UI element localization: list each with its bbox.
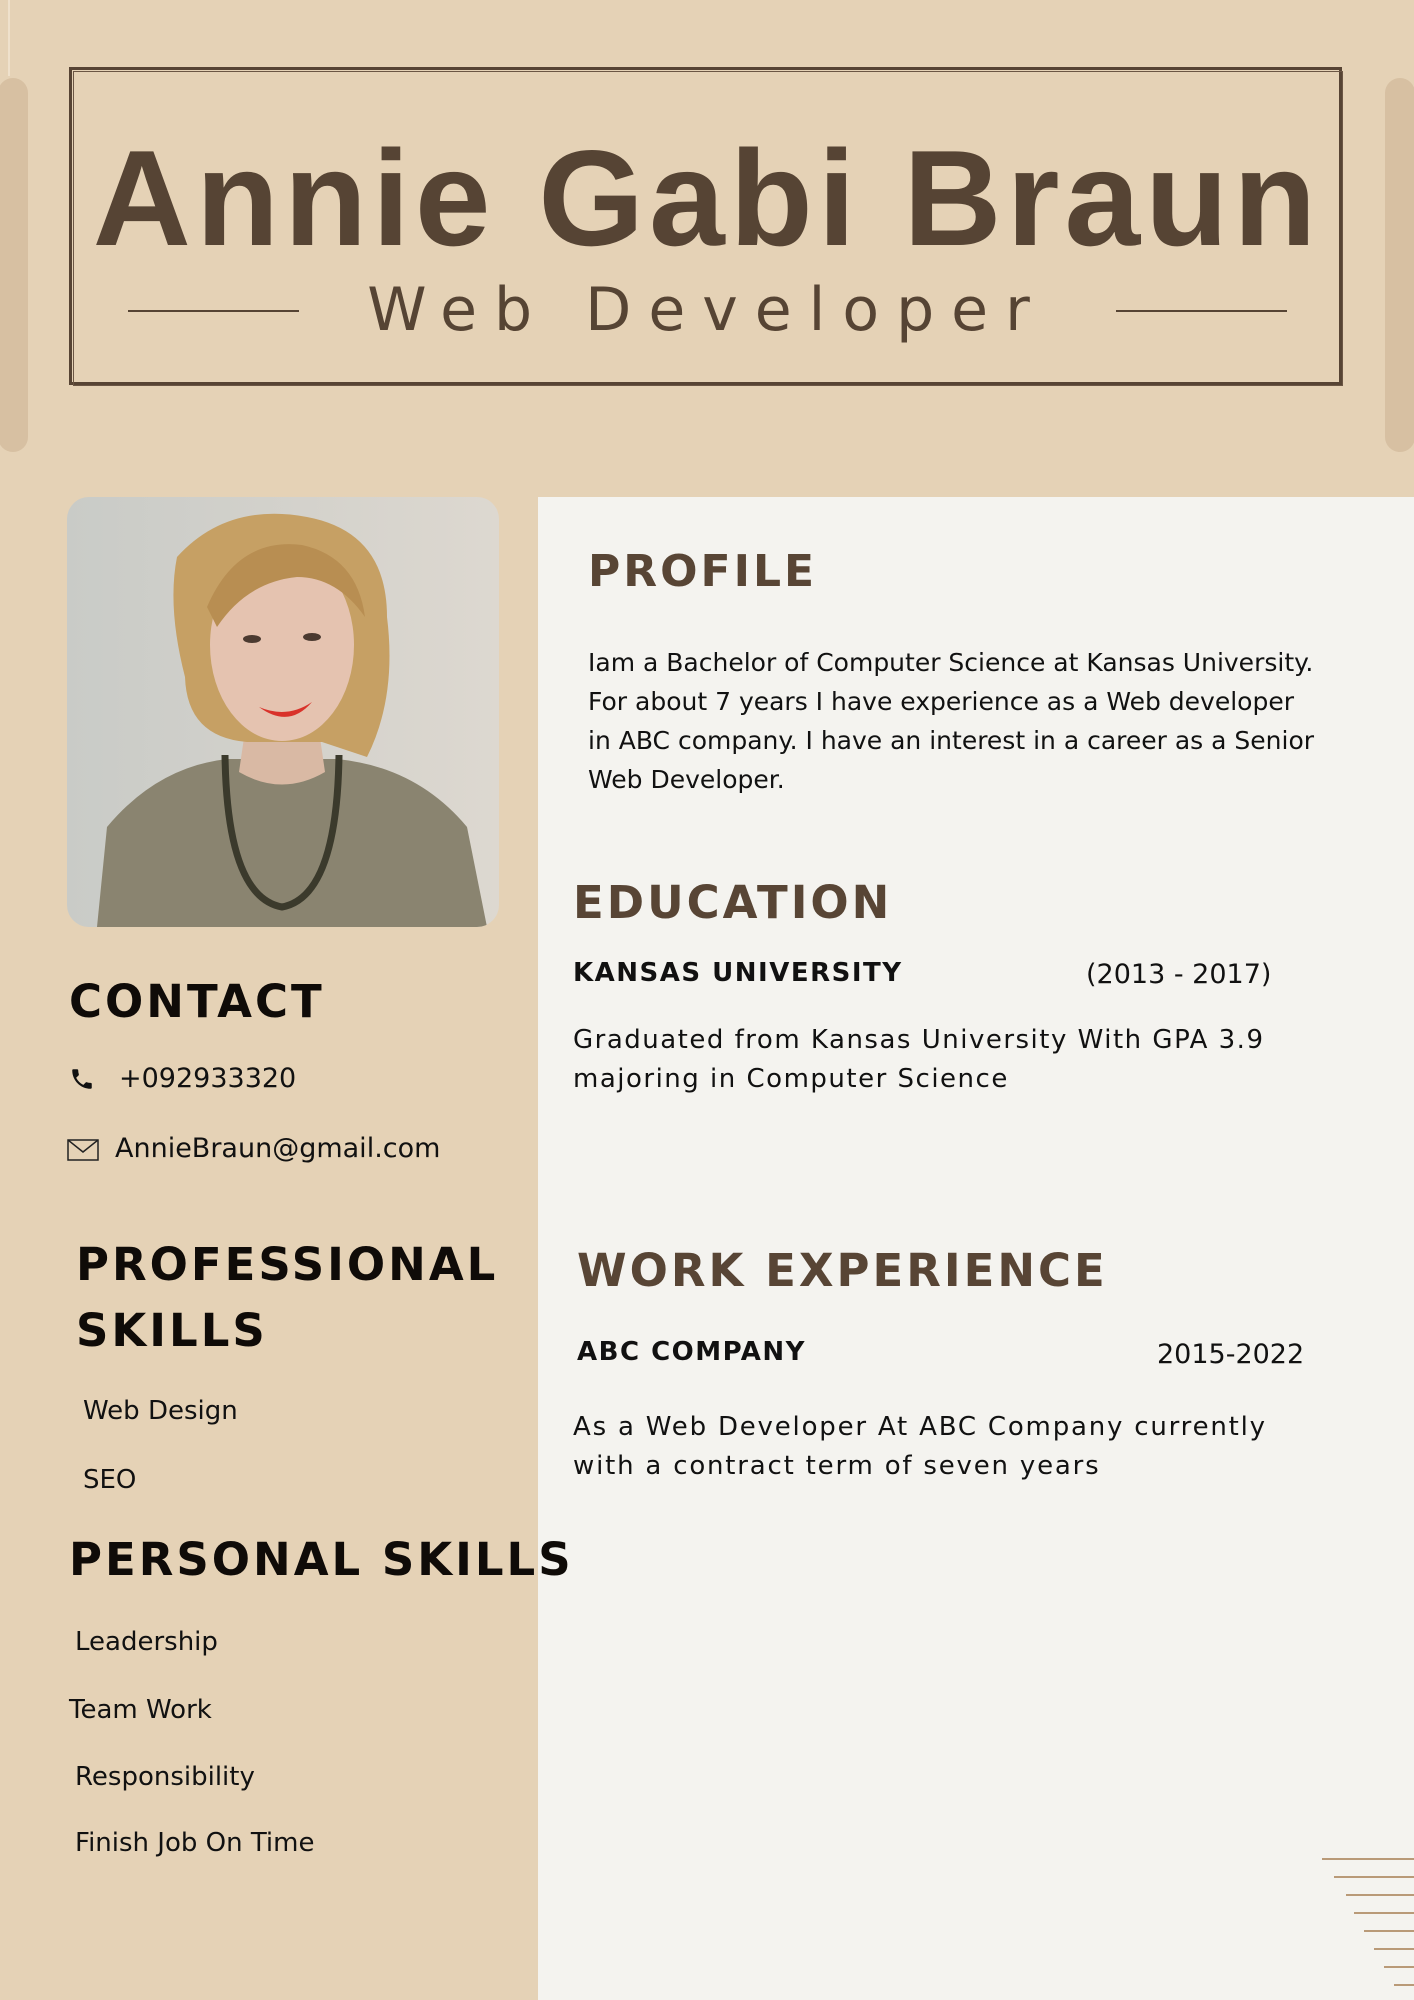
decor-line	[1322, 1858, 1414, 1860]
profile-line: For about 7 years I have experience as a…	[588, 687, 1295, 716]
school-name: KANSAS UNIVERSITY	[573, 958, 903, 988]
work-experience-heading: WORK EXPERIENCE	[577, 1244, 1108, 1297]
decor-line	[1394, 1984, 1414, 1986]
profile-photo	[67, 497, 499, 927]
skill-item: Responsibility	[75, 1762, 255, 1792]
professional-skills-heading-line2: SKILLS	[76, 1304, 268, 1357]
decor-line	[1334, 1876, 1414, 1878]
education-line: Graduated from Kansas University With GP…	[573, 1025, 1265, 1055]
email-address[interactable]: AnnieBraun@gmail.com	[115, 1131, 440, 1167]
skill-item: Team Work	[69, 1695, 212, 1725]
education-heading: EDUCATION	[573, 876, 893, 929]
skill-item: Web Design	[83, 1396, 238, 1426]
phone-number[interactable]: +092933320	[119, 1061, 296, 1097]
professional-skills-heading-line1: PROFESSIONAL	[76, 1238, 499, 1291]
mail-icon	[67, 1138, 99, 1162]
decor-line	[1374, 1948, 1414, 1950]
phone-icon	[69, 1066, 95, 1092]
education-line: majoring in Computer Science	[573, 1064, 1009, 1094]
divider-right	[1116, 310, 1287, 312]
skill-item: Finish Job On Time	[75, 1828, 315, 1858]
personal-skills-heading: PERSONAL SKILLS	[69, 1533, 574, 1586]
work-line: As a Web Developer At ABC Company curren…	[573, 1412, 1267, 1442]
skill-item: Leadership	[75, 1627, 218, 1657]
decor-line	[1364, 1930, 1414, 1932]
profile-line: Web Developer.	[588, 765, 785, 794]
education-years: (2013 - 2017)	[1086, 959, 1272, 990]
contact-heading: CONTACT	[69, 975, 325, 1028]
profile-line: in ABC company. I have an interest in a …	[588, 726, 1315, 755]
company-name: ABC COMPANY	[577, 1337, 807, 1367]
decor-line	[1384, 1966, 1414, 1968]
work-line: with a contract term of seven years	[573, 1451, 1101, 1481]
decor-line	[1346, 1894, 1414, 1896]
professional-skills-heading: PROFESSIONAL SKILLS	[76, 1232, 498, 1364]
person-name: Annie Gabi Braun	[92, 122, 1322, 274]
decor-line	[8, 0, 10, 76]
education-text: Graduated from Kansas University With GP…	[573, 1021, 1265, 1099]
profile-heading: PROFILE	[588, 546, 818, 597]
profile-line: Iam a Bachelor of Computer Science at Ka…	[588, 648, 1314, 677]
work-text: As a Web Developer At ABC Company curren…	[573, 1408, 1267, 1486]
skill-item: SEO	[83, 1465, 137, 1495]
decor-line	[1354, 1912, 1414, 1914]
portrait-image	[67, 497, 499, 927]
work-years: 2015-2022	[1157, 1339, 1305, 1370]
profile-text: Iam a Bachelor of Computer Science at Ka…	[588, 643, 1328, 799]
